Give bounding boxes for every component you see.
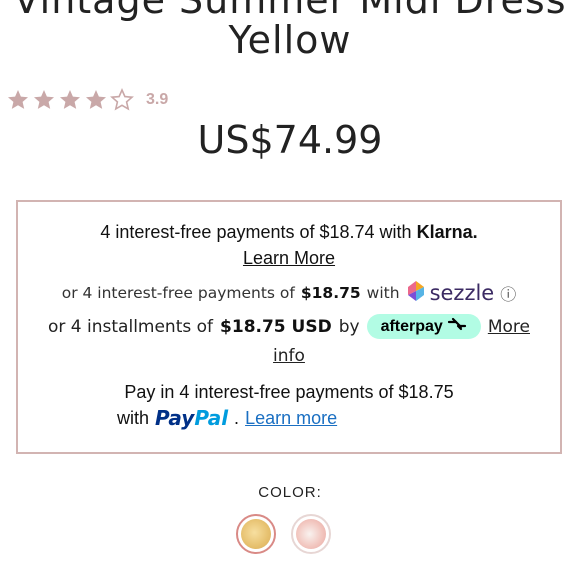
rating[interactable]: 3.9 bbox=[6, 88, 168, 112]
klarna-logo: Klarna. bbox=[416, 222, 478, 242]
star-filled-icon bbox=[6, 88, 30, 112]
klarna-text: 4 interest-free payments of $18.74 with bbox=[100, 222, 412, 242]
product-title-line2: Yellow bbox=[228, 18, 352, 62]
swatch-image bbox=[241, 519, 271, 549]
klarna-learn-more-link[interactable]: Learn More bbox=[18, 248, 560, 269]
sezzle-logo[interactable]: sezzle bbox=[406, 280, 495, 306]
afterpay-amount: $18.75 USD bbox=[220, 316, 332, 337]
sezzle-prefix: or 4 interest-free payments of bbox=[61, 284, 295, 302]
afterpay-more-info-link-cont[interactable]: info bbox=[18, 346, 560, 366]
color-swatch-yellow[interactable] bbox=[236, 514, 276, 554]
paypal-message: Pay in 4 interest-free payments of $18.7… bbox=[124, 382, 454, 402]
afterpay-by: by bbox=[338, 316, 360, 337]
rating-stars bbox=[6, 88, 134, 112]
color-swatch-pink[interactable] bbox=[291, 514, 331, 554]
paypal-brand-pay: Pay bbox=[155, 406, 195, 430]
paypal-brand-pal: Pal bbox=[194, 406, 229, 430]
star-empty-icon bbox=[110, 88, 134, 112]
sezzle-message: or 4 interest-free payments of $18.75 wi… bbox=[18, 280, 560, 306]
rating-value: 3.9 bbox=[146, 91, 169, 108]
payment-options-box: 4 interest-free payments of $18.74 with … bbox=[16, 200, 562, 454]
paypal-with: with bbox=[117, 407, 150, 428]
paypal-learn-more-link[interactable]: Learn more bbox=[245, 408, 337, 429]
afterpay-arrows-icon bbox=[447, 317, 467, 336]
klarna-message: 4 interest-free payments of $18.74 with … bbox=[18, 222, 560, 243]
star-filled-icon bbox=[58, 88, 82, 112]
star-filled-icon bbox=[84, 88, 108, 112]
sezzle-mark-icon bbox=[406, 280, 426, 306]
sezzle-brand: sezzle bbox=[429, 281, 495, 305]
info-icon[interactable]: ⓘ bbox=[500, 281, 516, 305]
paypal-logo: PayPal bbox=[155, 406, 228, 430]
paypal-dot: . bbox=[234, 407, 240, 428]
paypal-message-line2: with PayPal . Learn more bbox=[117, 406, 337, 430]
afterpay-message: or 4 installments of $18.75 USD by after… bbox=[18, 314, 560, 339]
sezzle-amount: $18.75 bbox=[300, 284, 361, 302]
product-price: US$74.99 bbox=[197, 118, 383, 162]
afterpay-more-info-link[interactable]: More bbox=[488, 317, 530, 337]
color-label: COLOR: bbox=[258, 484, 322, 501]
star-filled-icon bbox=[32, 88, 56, 112]
sezzle-with: with bbox=[366, 284, 400, 302]
afterpay-logo[interactable]: afterpay bbox=[366, 314, 481, 339]
afterpay-prefix: or 4 installments of bbox=[48, 316, 214, 337]
swatch-image bbox=[296, 519, 326, 549]
afterpay-brand: afterpay bbox=[380, 317, 443, 335]
